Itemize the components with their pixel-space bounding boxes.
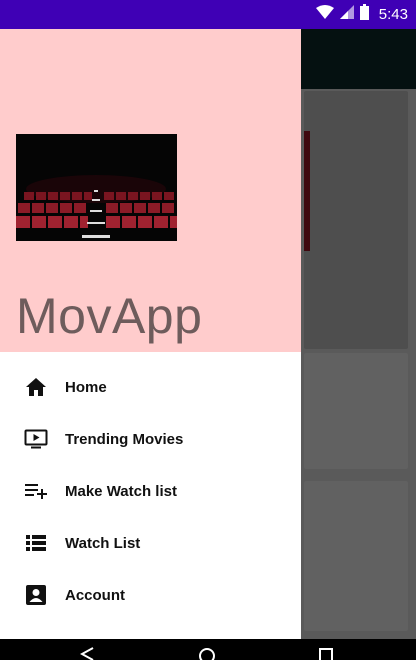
status-bar: 5:43 xyxy=(0,0,416,29)
menu-item-label: Watch List xyxy=(65,534,141,552)
battery-icon xyxy=(359,4,369,25)
menu-item-home[interactable]: Home xyxy=(0,361,301,413)
menu-item-label: Trending Movies xyxy=(65,430,184,448)
list-icon xyxy=(24,531,48,555)
playlist-add-icon xyxy=(24,479,48,503)
cell-signal-icon xyxy=(339,5,354,24)
menu-item-label: Account xyxy=(65,586,125,604)
cinema-seats-image xyxy=(16,134,177,241)
menu-item-label: Make Watch list xyxy=(65,482,177,500)
account-box-icon xyxy=(24,583,48,607)
menu-item-account[interactable]: Account xyxy=(0,569,301,621)
navigation-drawer: MovApp Home Trending Movies Make Watch l… xyxy=(0,29,301,639)
back-icon[interactable] xyxy=(79,647,94,660)
wifi-icon xyxy=(315,5,334,24)
drawer-menu: Home Trending Movies Make Watch list Wat… xyxy=(0,361,301,621)
menu-item-make-watch-list[interactable]: Make Watch list xyxy=(0,465,301,517)
app-name: MovApp xyxy=(16,288,203,344)
system-nav-bar xyxy=(0,639,416,660)
tv-play-icon xyxy=(24,427,48,451)
menu-item-label: Home xyxy=(65,378,107,396)
drawer-scrim[interactable] xyxy=(301,29,416,639)
drawer-header: MovApp xyxy=(0,29,301,352)
home-icon xyxy=(24,375,48,399)
status-time: 5:43 xyxy=(378,6,408,23)
status-icons: 5:43 xyxy=(315,0,408,29)
menu-item-watch-list[interactable]: Watch List xyxy=(0,517,301,569)
recents-icon[interactable] xyxy=(318,647,334,660)
menu-item-trending-movies[interactable]: Trending Movies xyxy=(0,413,301,465)
home-circle-icon[interactable] xyxy=(198,647,216,660)
